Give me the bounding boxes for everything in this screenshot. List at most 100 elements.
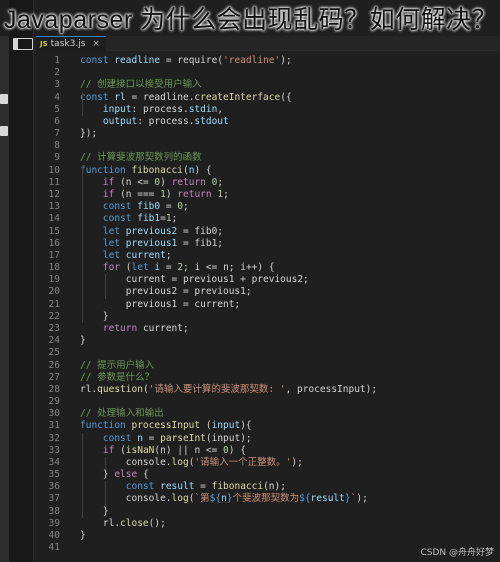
- code-text: }: [80, 311, 109, 323]
- code-line[interactable]: 39 rl.close();: [34, 518, 500, 530]
- code-token: '请输入要计算的斐波那契数: ': [148, 383, 286, 395]
- code-line[interactable]: 1 const readline = require('readline');: [34, 55, 500, 67]
- code-line[interactable]: 4 const rl = readline.createInterface({: [34, 92, 500, 104]
- code-token: // 创建接口以接受用户输入: [80, 79, 202, 91]
- code-line[interactable]: 18 for (let i = 2; i <= n; i++) {: [34, 262, 500, 274]
- code-line[interactable]: 28 rl.question('请输入要计算的斐波那契数: ', processI…: [34, 384, 500, 396]
- code-token: function: [80, 420, 132, 432]
- code-token: // 计算斐波那契数列的函数: [80, 152, 202, 164]
- code-token: ;: [223, 188, 229, 200]
- code-text: let current;: [80, 250, 172, 262]
- code-line[interactable]: 12 if (n === 1) return 1;: [34, 189, 500, 201]
- line-number: 20: [48, 286, 60, 298]
- code-text: // 处理输入和输出: [80, 408, 164, 420]
- code-text: // 创建接口以接受用户输入: [80, 79, 202, 91]
- code-line[interactable]: 14 const fib1=1;: [34, 213, 500, 225]
- code-token: stdin: [188, 103, 218, 115]
- code-line[interactable]: 32 const n = parseInt(input);: [34, 433, 500, 445]
- code-text: const n = parseInt(input);: [80, 433, 252, 445]
- close-tab-icon[interactable]: ×: [92, 39, 100, 49]
- code-line[interactable]: 22 }: [34, 311, 500, 323]
- code-token: : process.: [137, 115, 195, 127]
- code-token: =: [160, 262, 178, 274]
- sidebar-toggle-icon[interactable]: [13, 38, 33, 50]
- code-token: stdout: [194, 115, 229, 127]
- code-token: =: [142, 432, 161, 444]
- code-token: ();: [148, 517, 166, 529]
- code-line[interactable]: 27 // 参数是什么？: [34, 372, 500, 384]
- code-token: ): [165, 188, 178, 200]
- code-token: let: [131, 262, 155, 274]
- code-line[interactable]: 20 previous2 = previous1;: [34, 286, 500, 298]
- code-token: close: [120, 517, 149, 529]
- code-line[interactable]: 38 }: [34, 506, 500, 518]
- code-line[interactable]: 3 // 创建接口以接受用户输入: [34, 79, 500, 91]
- code-line[interactable]: 15 let previous2 = fib0;: [34, 226, 500, 238]
- code-line[interactable]: 34 console.log('请输入一个正整数。');: [34, 457, 500, 469]
- code-token: let: [102, 249, 126, 261]
- line-number: 16: [48, 237, 60, 249]
- code-line[interactable]: 21 previous1 = current;: [34, 299, 500, 311]
- code-token: 'readline': [223, 55, 281, 66]
- code-token: const: [80, 55, 115, 66]
- code-line[interactable]: 23 return current;: [34, 323, 500, 335]
- code-token: let: [102, 225, 126, 237]
- code-line[interactable]: 25: [34, 347, 500, 359]
- code-token: output: [102, 115, 138, 127]
- code-line[interactable]: 33 if (isNaN(n) || n <= 0) {: [34, 445, 500, 457]
- code-line[interactable]: 7});: [34, 128, 500, 140]
- line-number: 13: [48, 201, 60, 213]
- code-line[interactable]: 24}: [34, 335, 500, 347]
- code-token: createInterface: [194, 91, 281, 103]
- code-token: return: [171, 176, 206, 188]
- code-token: );: [291, 456, 303, 468]
- code-token: `第: [194, 493, 210, 505]
- line-number: 40: [48, 530, 60, 542]
- code-line[interactable]: 36 const result = fibonacci(n);: [34, 481, 500, 493]
- code-text: // 参数是什么？: [80, 372, 154, 384]
- code-editor[interactable]: 1 const readline = require('readline'); 2 3…: [34, 52, 500, 562]
- code-token: ;: [171, 213, 178, 225]
- line-number: 6: [54, 115, 60, 127]
- line-number: 24: [48, 335, 60, 347]
- code-token: const: [102, 432, 138, 444]
- code-line[interactable]: 11 if (n <= 0) return 0;: [34, 177, 500, 189]
- line-number: 1: [54, 55, 60, 66]
- code-token: (input);: [205, 432, 252, 444]
- code-line[interactable]: 8: [34, 140, 500, 152]
- code-line[interactable]: 5 input: process.stdin,: [34, 104, 500, 116]
- code-line[interactable]: 17 let current;: [34, 250, 500, 262]
- code-line[interactable]: 6 output: process.stdout: [34, 116, 500, 128]
- code-line[interactable]: 37 console.log(`第${n}个斐波那契数为${result}`);: [34, 493, 500, 505]
- code-text: const fib0 = 0;: [80, 201, 189, 213]
- code-token: current: [125, 249, 166, 261]
- code-line[interactable]: 26 // 提示用户输入: [34, 360, 500, 372]
- code-token: ${: [209, 493, 222, 505]
- code-line[interactable]: 19 current = previous1 + previous2;: [34, 274, 500, 286]
- code-line[interactable]: 13 const fib0 = 0;: [34, 201, 500, 213]
- indent-guide: [105, 274, 106, 299]
- indent-guide: [105, 481, 106, 506]
- indent-guide: [105, 456, 106, 470]
- code-line[interactable]: 9 // 计算斐波那契数列的函数: [34, 152, 500, 164]
- code-token: (n) || n <=: [154, 444, 224, 456]
- code-token: ) {: [228, 444, 246, 456]
- code-token: = fib0;: [177, 225, 224, 237]
- code-line[interactable]: 16 let previous1 = fib1;: [34, 238, 500, 250]
- code-line[interactable]: 2: [34, 67, 500, 79]
- code-token: input: [102, 103, 132, 115]
- line-number: 28: [48, 383, 60, 395]
- code-line[interactable]: 35 } else {: [34, 469, 500, 481]
- code-line[interactable]: 30 // 处理输入和输出: [34, 408, 500, 420]
- tab-task3-js[interactable]: JS task3.js ×: [36, 36, 106, 51]
- line-number: 14: [48, 213, 60, 225]
- code-text: console.log(`第${n}个斐波那契数为${result}`);: [80, 493, 368, 505]
- code-line[interactable]: 40}: [34, 530, 500, 542]
- code-line[interactable]: 10 function fibonacci(n) {: [34, 165, 500, 177]
- code-line[interactable]: 31 function processInput (input){: [34, 420, 500, 432]
- code-line[interactable]: 29: [34, 396, 500, 408]
